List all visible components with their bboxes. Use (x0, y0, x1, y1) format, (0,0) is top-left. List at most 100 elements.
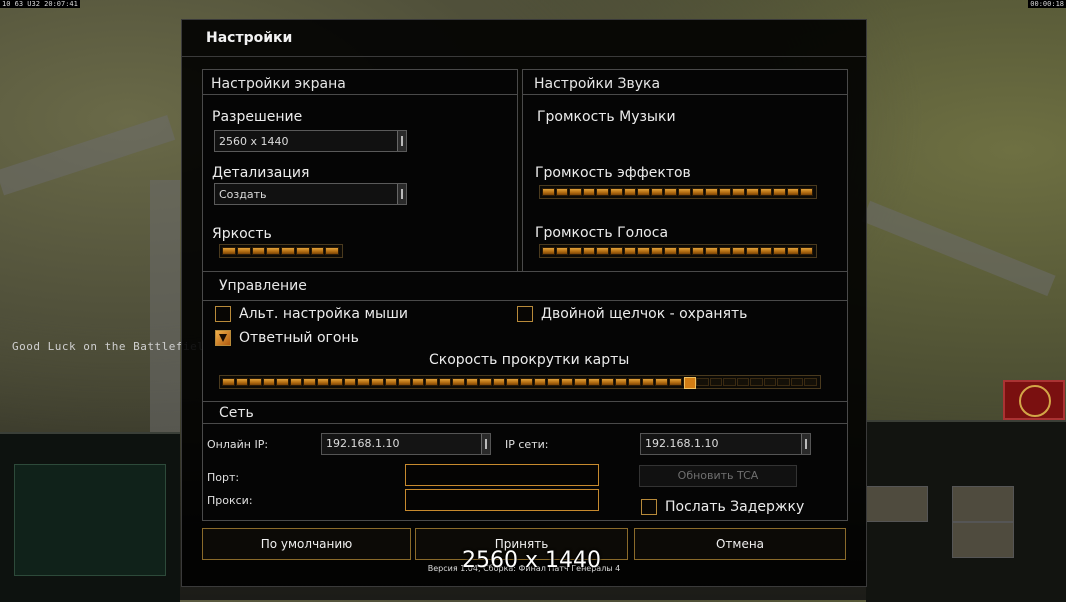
title-divider (182, 56, 866, 57)
slider-segment (777, 378, 790, 386)
slider-segment (678, 188, 691, 196)
default-button[interactable]: По умолчанию (202, 528, 411, 560)
port-label: Порт: (207, 471, 240, 484)
brightness-label: Яркость (212, 226, 272, 242)
slider-segment (610, 188, 623, 196)
slider-segment (281, 247, 295, 255)
alt-mouse-label: Альт. настройка мыши (239, 306, 408, 322)
slider-segment (696, 378, 709, 386)
slider-segment (266, 247, 280, 255)
slider-segment (637, 247, 650, 255)
slider-segment (555, 247, 569, 255)
proxy-input[interactable] (405, 489, 599, 511)
dropdown-scroll-icon[interactable] (481, 434, 490, 454)
slider-segment (303, 378, 316, 386)
resolution-value: 2560 x 1440 (219, 135, 289, 148)
alt-mouse-checkbox[interactable] (215, 306, 231, 322)
slider-segment (705, 188, 718, 196)
slider-segment (325, 247, 339, 255)
slider-segment (596, 188, 609, 196)
slider-segment (384, 378, 398, 386)
slider-segment (691, 188, 705, 196)
slider-segment (289, 378, 303, 386)
slider-segment (295, 247, 310, 255)
slider-segment (614, 378, 628, 386)
section-header: Сеть (219, 405, 254, 421)
section-header: Настройки Звука (534, 76, 661, 92)
slider-segment (236, 247, 251, 255)
slider-segment (800, 247, 813, 255)
online-ip-field[interactable]: 192.168.1.10 (321, 433, 491, 455)
slider-segment (718, 247, 732, 255)
resolution-label: Разрешение (212, 109, 303, 125)
lan-ip-label: IP сети: (505, 438, 549, 451)
scroll-speed-slider[interactable] (219, 375, 821, 389)
slider-segment (425, 378, 438, 386)
slider-segment (357, 378, 370, 386)
controls-section: Управление Альт. настройка мыши Двойной … (202, 271, 848, 403)
sound-settings-section: Настройки Звука Громкость Музыки Громкос… (522, 69, 848, 273)
slider-segment (262, 378, 276, 386)
bg-road (0, 115, 176, 196)
resolution-overlay: 2560 x 1440 (462, 548, 601, 573)
slider-segment (746, 247, 759, 255)
music-volume-label: Громкость Музыки (537, 109, 676, 125)
slider-segment (574, 378, 587, 386)
section-divider (523, 94, 847, 95)
slider-handle[interactable] (684, 377, 697, 389)
slider-segment (691, 247, 705, 255)
hud-fps-clock: 10 63 U32 20:07:41 (0, 0, 80, 8)
effects-volume-slider[interactable] (539, 185, 817, 199)
slider-segment (623, 247, 637, 255)
slider-segment (371, 378, 384, 386)
resolution-dropdown[interactable]: 2560 x 1440 (214, 130, 407, 152)
unit-build-tile[interactable] (952, 486, 1014, 522)
slider-segment (560, 378, 574, 386)
online-ip-label: Онлайн IP: (207, 438, 269, 451)
slider-segment (330, 378, 343, 386)
minimap[interactable] (14, 464, 166, 576)
slider-segment (587, 378, 601, 386)
slider-segment (542, 188, 555, 196)
slider-segment (582, 188, 596, 196)
slider-segment (709, 378, 723, 386)
slider-segment (555, 188, 569, 196)
section-divider (203, 94, 517, 95)
slider-segment (790, 378, 804, 386)
slider-segment (732, 247, 745, 255)
slider-segment (664, 247, 677, 255)
slider-segment (479, 378, 492, 386)
unit-build-tile[interactable] (866, 486, 928, 522)
slider-segment (411, 378, 425, 386)
online-ip-value: 192.168.1.10 (326, 437, 400, 450)
bg-road (861, 200, 1056, 297)
unit-build-tile[interactable] (952, 522, 1014, 558)
dialog-title: Настройки (206, 30, 293, 46)
slider-segment (750, 378, 763, 386)
dropdown-scroll-icon[interactable] (801, 434, 810, 454)
slider-segment (452, 378, 465, 386)
update-tca-button[interactable]: Обновить TCA (639, 465, 797, 487)
dropdown-scroll-icon[interactable] (397, 131, 406, 151)
slider-segment (547, 378, 560, 386)
effects-volume-label: Громкость эффектов (535, 165, 691, 181)
slider-segment (222, 378, 235, 386)
slider-segment (343, 378, 357, 386)
slider-segment (664, 188, 677, 196)
return-fire-checkbox[interactable] (215, 330, 231, 346)
slider-segment (310, 247, 325, 255)
cancel-button[interactable]: Отмена (634, 528, 846, 560)
dropdown-scroll-icon[interactable] (397, 184, 406, 204)
detail-dropdown[interactable]: Создать (214, 183, 407, 205)
port-input[interactable] (405, 464, 599, 486)
slider-segment (610, 247, 623, 255)
slider-segment (641, 378, 655, 386)
send-delay-checkbox[interactable] (641, 499, 657, 515)
double-click-checkbox[interactable] (517, 306, 533, 322)
voice-volume-slider[interactable] (539, 244, 817, 258)
slider-segment (669, 378, 682, 386)
lan-ip-field[interactable]: 192.168.1.10 (640, 433, 811, 455)
brightness-slider[interactable] (219, 244, 343, 258)
section-divider (203, 300, 847, 301)
radar-icon[interactable] (1003, 380, 1065, 420)
